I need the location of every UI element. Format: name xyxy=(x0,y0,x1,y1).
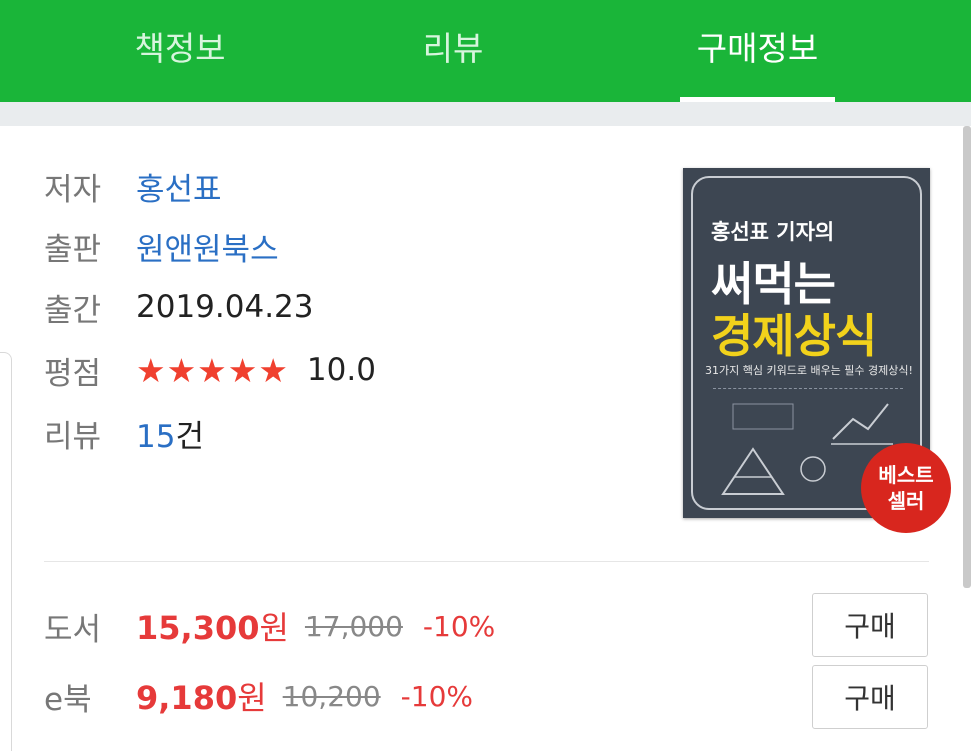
book-sale-price-value: 15,300 xyxy=(136,609,260,647)
author-row: 저자 홍선표 xyxy=(44,161,222,211)
publish-date-label: 출간 xyxy=(44,292,102,329)
ebook-price-label: e북 xyxy=(44,681,92,718)
review-count-link[interactable]: 15건 xyxy=(136,411,204,456)
badge-line1: 베스트 xyxy=(878,463,934,487)
cover-tagline: 31가지 핵심 키워드로 배우는 필수 경제상식! xyxy=(705,364,913,377)
rating-row: 평점 ★★★★★ 10.0 xyxy=(44,345,376,395)
review-unit: 건 xyxy=(175,418,204,455)
ebook-original-price: 10,200 xyxy=(282,679,381,713)
tab-bar: 책정보 리뷰 구매정보 xyxy=(0,0,971,102)
publish-date: 2019.04.23 xyxy=(136,289,314,325)
book-price-label: 도서 xyxy=(44,611,102,648)
rating-label: 평점 xyxy=(44,355,102,392)
side-panel-edge xyxy=(0,352,12,751)
tab-label: 구매정보 xyxy=(696,29,819,68)
book-original-price: 17,000 xyxy=(304,609,403,643)
author-link[interactable]: 홍선표 xyxy=(136,164,222,209)
ebook-discount: -10% xyxy=(400,679,473,713)
publisher-label: 출판 xyxy=(44,231,102,268)
cover-title-line2: 경제상식 xyxy=(711,309,877,363)
ebook-sale-price: 9,180원 xyxy=(136,673,267,719)
book-buy-button[interactable]: 구매 xyxy=(812,593,928,657)
publisher-link[interactable]: 원앤원북스 xyxy=(136,224,279,269)
review-label: 리뷰 xyxy=(44,418,102,455)
badge-line2: 셀러 xyxy=(887,489,925,513)
currency-unit: 원 xyxy=(237,679,267,717)
publish-date-row: 출간 2019.04.23 xyxy=(44,282,314,332)
book-price-row: 도서 15,300원 17,000 -10% xyxy=(44,596,495,656)
book-discount: -10% xyxy=(422,609,496,643)
tab-label: 리뷰 xyxy=(422,29,484,68)
tab-book-info[interactable]: 책정보 xyxy=(80,0,280,102)
tab-review[interactable]: 리뷰 xyxy=(353,0,553,102)
scrollbar[interactable] xyxy=(963,126,971,588)
author-label: 저자 xyxy=(44,171,102,208)
ebook-sale-price-value: 9,180 xyxy=(136,679,238,717)
section-gap xyxy=(0,102,971,126)
rating-value: 10.0 xyxy=(306,352,376,388)
book-sale-price: 15,300원 xyxy=(136,603,289,649)
bestseller-badge: 베스트 셀러 xyxy=(861,443,951,533)
currency-unit: 원 xyxy=(259,609,289,647)
section-divider xyxy=(44,561,929,562)
ebook-price-row: e북 9,180원 10,200 -10% xyxy=(44,666,473,726)
review-count: 15 xyxy=(136,418,176,455)
review-row: 리뷰 15건 xyxy=(44,408,204,458)
publisher-row: 출판 원앤원북스 xyxy=(44,221,279,271)
tab-purchase-info[interactable]: 구매정보 xyxy=(680,0,835,102)
star-rating-icon: ★★★★★ xyxy=(136,350,289,390)
cover-subtitle: 홍선표 기자의 xyxy=(711,220,835,244)
ebook-buy-button[interactable]: 구매 xyxy=(812,665,928,729)
tab-label: 책정보 xyxy=(134,29,226,68)
